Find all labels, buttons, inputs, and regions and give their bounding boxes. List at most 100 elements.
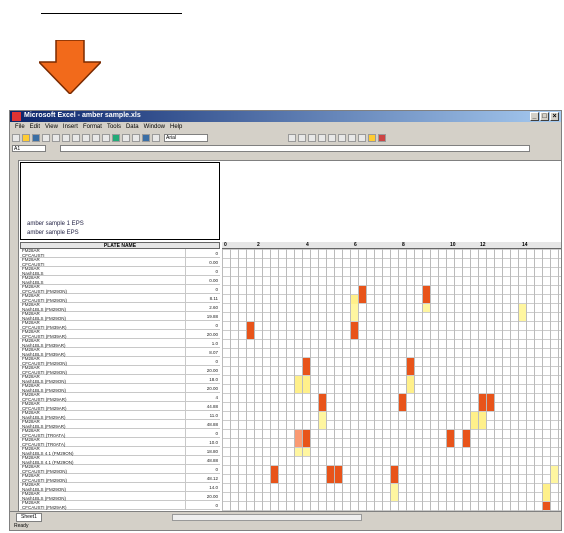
align-right-icon[interactable] xyxy=(338,134,346,142)
plate-value: 0 xyxy=(215,431,218,436)
menu-window[interactable]: Window xyxy=(144,124,165,130)
column-divider xyxy=(185,357,186,366)
window-title: Microsoft Excel - amber sample.xls xyxy=(24,112,141,119)
sample-header-box: amber sample 1 EPS amber sample EPS xyxy=(20,162,220,240)
table-row[interactable]: FM28AR CFCAUSTI (FM29AR) 0 xyxy=(20,500,220,510)
table-row[interactable]: FM28AR CFCAUSTI (FM29AR) 44.88 xyxy=(20,401,220,411)
table-row[interactable]: FM28AR Nash1BLS (FM29ON) 14.0 xyxy=(20,482,220,492)
table-row[interactable]: FM28AR CFCAUSTI (FM29ON) 0 xyxy=(20,284,220,294)
plate-value: 18.80 xyxy=(206,449,218,454)
table-row[interactable]: FM28AR CFCAUSTI 0 xyxy=(20,248,220,258)
align-left-icon[interactable] xyxy=(318,134,326,142)
heatmap-cell xyxy=(351,322,358,339)
menu-edit[interactable]: Edit xyxy=(30,124,40,130)
plate-value: 0 xyxy=(215,467,218,472)
copy-icon[interactable] xyxy=(82,134,90,142)
menu-insert[interactable]: Insert xyxy=(63,124,78,130)
table-row[interactable]: FM28AR Nash1BLS (FM39AR) 8.07 xyxy=(20,347,220,357)
table-row[interactable]: FM28AR Nash1BLS (FM29ON) 20.00 xyxy=(20,383,220,393)
grid-column-numbers: 0 2 4 6 8 10 12 14 xyxy=(222,242,561,249)
font-color-icon[interactable] xyxy=(378,134,386,142)
column-divider xyxy=(185,402,186,411)
sort-ascending-icon[interactable] xyxy=(122,134,130,142)
window-controls: _ □ × xyxy=(530,112,559,121)
row-header-bar[interactable] xyxy=(10,160,19,511)
table-row[interactable]: FM28AR Nash1BLS (FM29ON) 19.88 xyxy=(20,311,220,321)
plate-value: 48.12 xyxy=(206,476,218,481)
name-box[interactable]: A1 xyxy=(12,145,46,152)
new-file-icon[interactable] xyxy=(12,134,20,142)
table-row[interactable]: FM28AR CFCAUSTI (FM29ON) 8.11 xyxy=(20,293,220,303)
menu-view[interactable]: View xyxy=(45,124,58,130)
plate-value: 8.11 xyxy=(209,296,218,301)
font-name-box[interactable]: Arial xyxy=(164,134,208,142)
sum-icon[interactable] xyxy=(112,134,120,142)
table-row[interactable]: FM28AR CFCAUSTI (FM29AR) 4 xyxy=(20,392,220,402)
print-icon[interactable] xyxy=(42,134,50,142)
cut-icon[interactable] xyxy=(72,134,80,142)
table-row[interactable]: FM28AR Nash1BLS (FM29ON) 18.0 xyxy=(20,374,220,384)
plate-value: 0 xyxy=(215,251,218,256)
table-row[interactable]: FM28AR Nash1BLS (FM29AR) 48.88 xyxy=(20,419,220,429)
table-row[interactable]: FM28AR Nash1BLS (FM29AR) 11.0 xyxy=(20,410,220,420)
merge-icon[interactable] xyxy=(348,134,356,142)
status-text: Ready xyxy=(14,523,29,529)
heatmap-cell xyxy=(351,304,358,321)
worksheet[interactable]: amber sample 1 EPS amber sample EPS PLAT… xyxy=(10,153,561,511)
italic-icon[interactable] xyxy=(298,134,306,142)
table-row[interactable]: FM28AR CFCAUSTI (FM29ON) 48.12 xyxy=(20,473,220,483)
table-row[interactable]: FM28AR Nash1BLS (FM29ON) 20.00 xyxy=(20,491,220,501)
minimize-button[interactable]: _ xyxy=(530,112,539,121)
table-row[interactable]: FM28AR CFCAUSTI (FM39AR) 0 xyxy=(20,320,220,330)
table-row[interactable]: FM28AR Nash1BLS (FM29ON) 2.60 xyxy=(20,302,220,312)
table-row[interactable]: FM28AR CFCAUSTI 0.00 xyxy=(20,257,220,267)
table-row[interactable]: FM28AR CFCAUSTI (TR0ATA) 0 xyxy=(20,428,220,438)
menu-help[interactable]: Help xyxy=(170,124,182,130)
table-row[interactable]: FM28AR CFCAUSTI (TR0ATA) 10.0 xyxy=(20,437,220,447)
align-center-icon[interactable] xyxy=(328,134,336,142)
horizontal-scrollbar[interactable] xyxy=(171,513,362,521)
underline-icon[interactable] xyxy=(308,134,316,142)
sort-descending-icon[interactable] xyxy=(132,134,140,142)
undo-icon[interactable] xyxy=(102,134,110,142)
borders-icon[interactable] xyxy=(358,134,366,142)
title-bar[interactable]: Microsoft Excel - amber sample.xls _ □ × xyxy=(10,111,561,122)
column-header-bar[interactable] xyxy=(10,153,561,161)
column-divider xyxy=(185,249,186,258)
table-row[interactable]: FM28AR CFCAUSTI (FM39AR) 20.00 xyxy=(20,329,220,339)
heatmap-grid[interactable] xyxy=(222,249,561,511)
table-row[interactable]: FM28AR Nash1BLS 0.00 xyxy=(20,275,220,285)
chart-wizard-icon[interactable] xyxy=(142,134,150,142)
column-divider xyxy=(185,348,186,357)
menu-tools[interactable]: Tools xyxy=(107,124,121,130)
fill-color-icon[interactable] xyxy=(368,134,376,142)
save-icon[interactable] xyxy=(32,134,40,142)
table-row[interactable]: FM28AR CFCAUSTI (FM29ON) 0 xyxy=(20,464,220,474)
menu-format[interactable]: Format xyxy=(83,124,102,130)
paste-icon[interactable] xyxy=(92,134,100,142)
plate-value: 0 xyxy=(215,287,218,292)
table-row[interactable]: FM28AR Nash1BLS (FM39AR) 1.0 xyxy=(20,338,220,348)
table-row[interactable]: FM28AR Nash1BLS 0 xyxy=(20,266,220,276)
table-row[interactable]: FM28AR CFCAUSTI (FM29ON) 20.00 xyxy=(20,365,220,375)
menu-file[interactable]: File xyxy=(15,124,25,130)
formula-input[interactable] xyxy=(60,145,530,152)
heatmap-cell xyxy=(303,376,310,393)
close-button[interactable]: × xyxy=(550,112,559,121)
table-row[interactable]: FM28AR Nash1BLS 4.1 (FM29ON) 48.88 xyxy=(20,455,220,465)
heatmap-cell xyxy=(303,430,310,447)
print-preview-icon[interactable] xyxy=(52,134,60,142)
maximize-button[interactable]: □ xyxy=(540,112,549,121)
column-divider xyxy=(185,294,186,303)
open-folder-icon[interactable] xyxy=(22,134,30,142)
heatmap-cell xyxy=(407,358,414,375)
table-row[interactable]: FM28AR Nash1BLS 4.1 (FM29ON) 18.80 xyxy=(20,446,220,456)
spelling-icon[interactable] xyxy=(62,134,70,142)
zoom-icon[interactable] xyxy=(152,134,160,142)
sample-label-1: amber sample 1 EPS xyxy=(27,221,84,227)
sample-label-2: amber sample EPS xyxy=(27,230,79,236)
bold-icon[interactable] xyxy=(288,134,296,142)
column-divider xyxy=(185,303,186,312)
menu-data[interactable]: Data xyxy=(126,124,139,130)
table-row[interactable]: FM28AR CFCAUSTI (FM29ON) 0 xyxy=(20,356,220,366)
